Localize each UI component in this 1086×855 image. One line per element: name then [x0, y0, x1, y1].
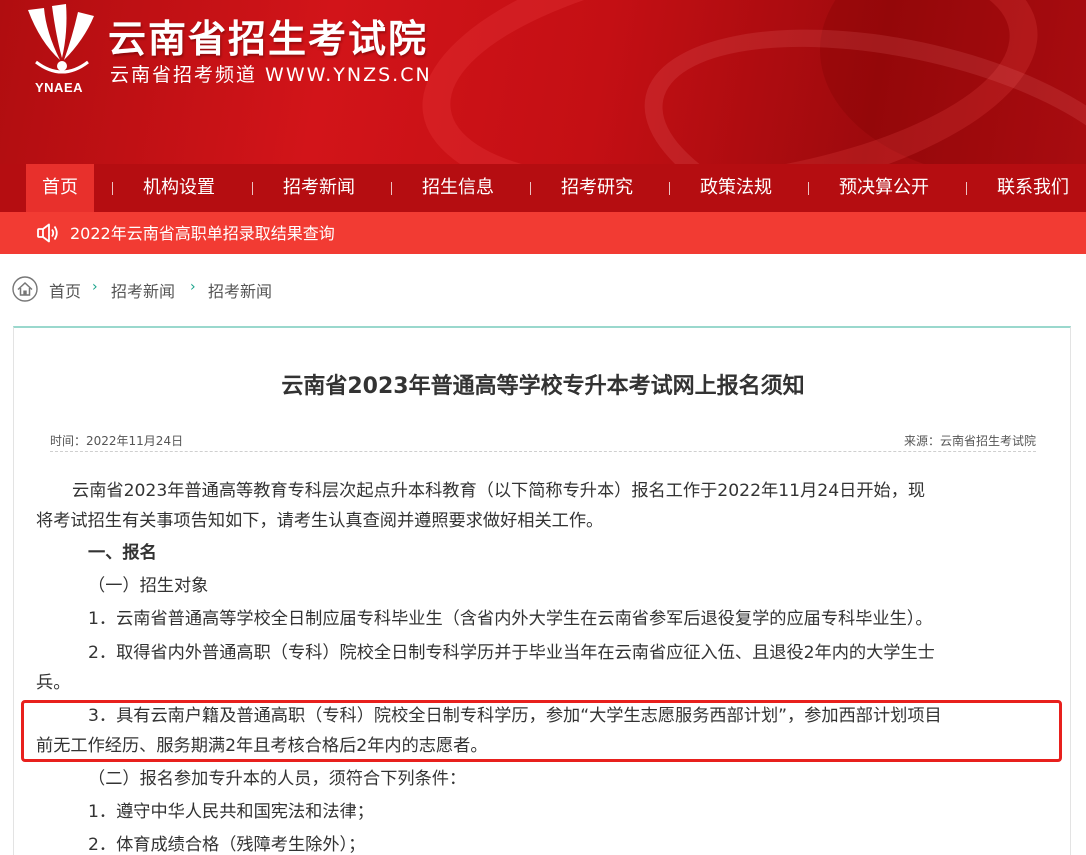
- article-title: 云南省2023年普通高等学校专升本考试网上报名须知: [281, 374, 805, 399]
- list-item: 2．体育成绩合格（残障考生除外）；: [88, 835, 366, 855]
- site-title[interactable]: 云南省招生考试院: [108, 8, 428, 63]
- nav-divider: [391, 182, 392, 195]
- nav-item-home[interactable]: 首页: [26, 164, 94, 212]
- nav-item-admission-info[interactable]: 招生信息: [422, 164, 494, 212]
- subsection-heading: （二）报名参加专升本的人员，须符合下列条件：: [88, 769, 467, 789]
- home-icon: [12, 276, 38, 302]
- breadcrumb-home[interactable]: 首页: [49, 278, 81, 302]
- nav-divider: [808, 182, 809, 195]
- nav-item-policy[interactable]: 政策法规: [700, 164, 772, 212]
- list-item: 2．取得省内外普通高职（专科）院校全日制专科学历并于毕业当年在云南省应征入伍、且…: [88, 643, 935, 663]
- ynaea-logo-icon[interactable]: [22, 2, 100, 82]
- paragraph-intro: 云南省2023年普通高等教育专科层次起点升本科教育（以下简称专升本）报名工作于2…: [72, 481, 926, 501]
- nav-divider: [252, 182, 253, 195]
- article-date: 时间：2022年11月24日: [50, 434, 184, 448]
- nav-item-exam-news[interactable]: 招考新闻: [283, 164, 355, 212]
- chevron-right-icon: ›: [190, 279, 196, 295]
- list-item-cont: 兵。: [36, 673, 71, 693]
- notice-link[interactable]: 2022年云南省高职单招录取结果查询: [70, 212, 335, 254]
- nav-item-exam-research[interactable]: 招考研究: [561, 164, 633, 212]
- nav-item-organization[interactable]: 机构设置: [143, 164, 215, 212]
- nav-divider: [530, 182, 531, 195]
- main-nav: 首页 机构设置 招考新闻 招生信息 招考研究 政策法规 预决算公开 联系我们: [0, 164, 1086, 212]
- nav-item-contact[interactable]: 联系我们: [997, 164, 1069, 212]
- logo-text: YNAEA: [35, 80, 84, 95]
- list-item-highlighted-cont: 前无工作经历、服务期满2年且考核合格后2年内的志愿者。: [36, 736, 488, 756]
- notice-bar: 2022年云南省高职单招录取结果查询: [0, 212, 1086, 254]
- site-subtitle: 云南省招考频道 WWW.YNZS.CN: [110, 64, 432, 86]
- site-header: YNAEA 云南省招生考试院 云南省招考频道 WWW.YNZS.CN: [0, 0, 1086, 164]
- article-meta: 时间：2022年11月24日 来源：云南省招生考试院: [50, 430, 1036, 452]
- list-item: 1．遵守中华人民共和国宪法和法律；: [88, 802, 374, 822]
- nav-item-budget[interactable]: 预决算公开: [839, 164, 929, 212]
- chevron-right-icon: ›: [92, 279, 98, 295]
- list-item: 1．云南省普通高等学校全日制应届专科毕业生（含省内外大学生在云南省参军后退役复学…: [88, 609, 933, 629]
- section-heading: 一、报名: [88, 543, 157, 563]
- breadcrumb-current[interactable]: 招考新闻: [208, 278, 272, 302]
- list-item-highlighted: 3．具有云南户籍及普通高职（专科）院校全日制专科学历，参加“大学生志愿服务西部计…: [88, 706, 942, 726]
- nav-divider: [112, 182, 113, 195]
- subsection-heading: （一）招生对象: [88, 576, 209, 596]
- nav-divider: [966, 182, 967, 195]
- nav-divider: [669, 182, 670, 195]
- paragraph-intro-cont: 将考试招生有关事项告知如下，请考生认真查阅并遵照要求做好相关工作。: [36, 511, 604, 531]
- speaker-icon: [37, 223, 58, 243]
- article-source: 来源：云南省招生考试院: [903, 434, 1036, 448]
- breadcrumb-exam-news[interactable]: 招考新闻: [111, 278, 175, 302]
